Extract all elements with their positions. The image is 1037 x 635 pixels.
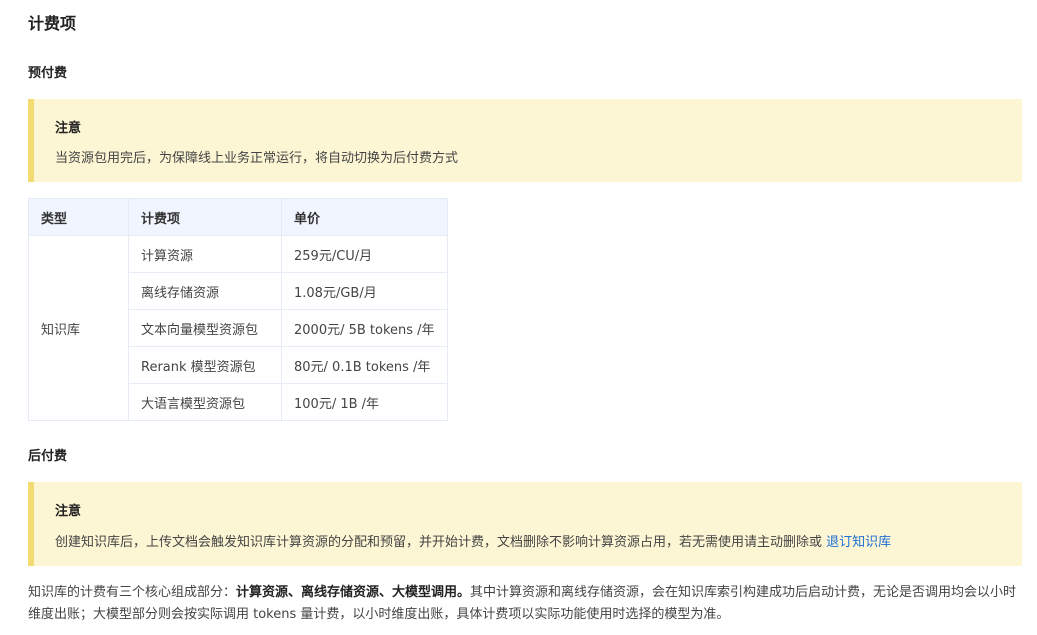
billing-page: 计费项 预付费 注意 当资源包用完后，为保障线上业务正常运行，将自动切换为后付费…: [0, 0, 1037, 635]
notice-title: 注意: [55, 504, 82, 519]
price-cell: 259元/CU/月: [281, 235, 448, 273]
price-cell: 2000元/ 5B tokens /年: [281, 309, 448, 347]
prepaid-heading: 预付费: [28, 66, 68, 81]
header-price: 单价: [281, 198, 448, 236]
table-row: 知识库 计算资源 259元/CU/月: [28, 235, 448, 421]
notice-title: 注意: [55, 121, 82, 136]
prepaid-notice: 注意 当资源包用完后，为保障线上业务正常运行，将自动切换为后付费方式: [28, 99, 1022, 182]
item-cell: 离线存储资源: [128, 272, 282, 310]
item-cell: 大语言模型资源包: [128, 383, 282, 421]
description-bold: 计算资源、离线存储资源、大模型调用。: [236, 585, 471, 600]
header-item: 计费项: [128, 198, 282, 236]
item-cell: 文本向量模型资源包: [128, 309, 282, 347]
notice-text: 创建知识库后，上传文档会触发知识库计算资源的分配和预留，并开始计费，文档删除不影…: [55, 535, 827, 550]
table-header-row: 类型 计费项 单价: [28, 198, 448, 236]
header-type: 类型: [28, 198, 129, 236]
description-intro: 知识库的计费有三个核心组成部分：: [28, 585, 237, 600]
item-cell: Rerank 模型资源包: [128, 346, 282, 384]
pricing-table: 类型 计费项 单价 知识库 计算资源 259元/CU/月 离线存储资源 1.08…: [28, 198, 448, 421]
billing-description: 知识库的计费有三个核心组成部分：计算资源、离线存储资源、大模型调用。其中计算资源…: [28, 582, 1024, 626]
price-cell: 100元/ 1B /年: [281, 383, 448, 421]
page-title: 计费项: [28, 14, 77, 33]
unsubscribe-kb-link[interactable]: 退订知识库: [826, 535, 891, 550]
price-cell: 80元/ 0.1B tokens /年: [281, 346, 448, 384]
notice-body: 当资源包用完后，为保障线上业务正常运行，将自动切换为后付费方式: [55, 151, 459, 166]
type-cell: 知识库: [28, 235, 129, 421]
notice-body: 创建知识库后，上传文档会触发知识库计算资源的分配和预留，并开始计费，文档删除不影…: [55, 531, 891, 550]
postpaid-heading: 后付费: [28, 449, 68, 464]
item-cell: 计算资源: [128, 235, 282, 273]
price-cell: 1.08元/GB/月: [281, 272, 448, 310]
postpaid-notice: 注意 创建知识库后，上传文档会触发知识库计算资源的分配和预留，并开始计费，文档删…: [28, 482, 1022, 566]
